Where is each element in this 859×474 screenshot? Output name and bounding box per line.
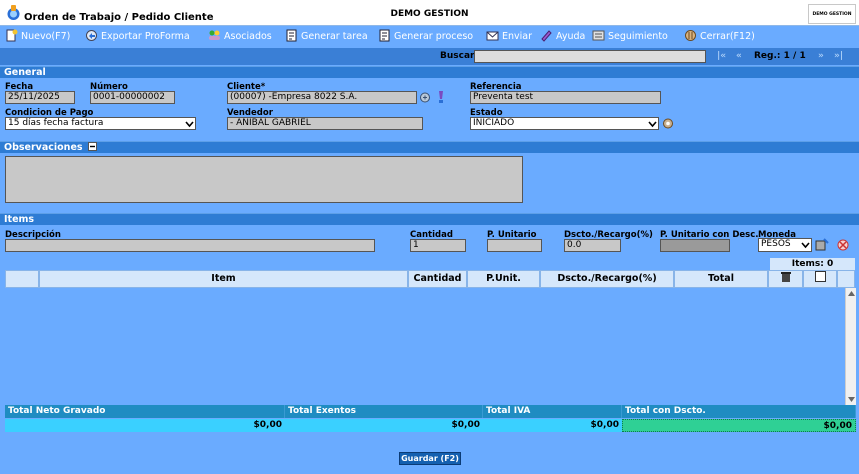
new-doc-icon [6, 29, 18, 42]
grid-header-dscto: Dscto./Recargo(%) [540, 270, 674, 288]
observaciones-textarea[interactable] [5, 156, 523, 203]
numero-field: 0001-00000002 [90, 91, 175, 104]
p-unitario-desc-field [660, 239, 730, 252]
generate-process-button[interactable]: Generar proceso [378, 27, 473, 47]
clear-item-icon[interactable] [836, 238, 850, 252]
export-proforma-button[interactable]: Exportar ProForma [85, 27, 190, 47]
associates-icon [209, 30, 220, 40]
general-section-header: General [0, 66, 859, 78]
grid-header-cantidad: Cantidad [408, 270, 467, 288]
chevron-down-icon [648, 121, 657, 128]
descripcion-field[interactable] [5, 239, 375, 252]
export-icon [86, 30, 97, 41]
nav-last-button[interactable]: »| [834, 51, 843, 61]
client-search-icon[interactable] [419, 91, 431, 104]
exentos-value: $0,00 [285, 419, 483, 432]
exentos-label: Total Exentos [285, 405, 483, 418]
tracking-icon [592, 30, 605, 41]
task-icon [286, 29, 297, 42]
search-label: Buscar [440, 51, 475, 61]
send-button[interactable]: Enviar [486, 27, 532, 47]
close-button[interactable]: Cerrar(F12) [684, 27, 755, 47]
nav-first-button[interactable]: |« [717, 51, 726, 61]
fecha-field[interactable]: 25/11/2025 [5, 91, 75, 104]
scroll-down-icon[interactable] [848, 397, 855, 402]
dscto-field[interactable]: 0.0 [564, 239, 621, 252]
items-count: Items: 0 [770, 258, 855, 270]
scroll-up-icon[interactable] [848, 291, 855, 296]
trash-icon[interactable] [780, 271, 792, 283]
grid-header-spacer [837, 270, 855, 288]
new-button[interactable]: Nuevo(F7) [5, 27, 70, 47]
nav-next-button[interactable]: » [818, 51, 824, 61]
grid-header-punit: P.Unit. [467, 270, 540, 288]
neto-label: Total Neto Gravado [5, 405, 285, 418]
tracking-button[interactable]: Seguimiento [592, 27, 668, 47]
moneda-select[interactable]: PESOS [758, 238, 812, 252]
select-all-checkbox[interactable] [814, 271, 826, 282]
grid-header-delete [768, 270, 803, 288]
nav-prev-button[interactable]: « [736, 51, 742, 61]
grid-scrollbar[interactable] [845, 288, 856, 405]
grid-header-item: Item [39, 270, 408, 288]
estado-select[interactable]: INICIADO [470, 117, 659, 130]
title-bar: Orden de Trabajo / Pedido Cliente DEMO G… [0, 0, 859, 26]
condicion-select[interactable]: 15 días fecha factura [5, 117, 196, 130]
status-settings-icon[interactable] [662, 117, 674, 130]
app-name: DEMO GESTION [390, 9, 469, 19]
save-button[interactable]: Guardar (F2) [399, 452, 461, 465]
iva-value: $0,00 [483, 419, 622, 432]
grid-header-select [5, 270, 39, 288]
vendedor-field: - ANIBAL GABRIEL [227, 117, 423, 130]
record-counter: Reg.: 1 / 1 [754, 51, 806, 61]
con-dscto-value: $0,00 [622, 419, 856, 432]
send-icon [486, 31, 499, 41]
generate-task-button[interactable]: Generar tarea [285, 27, 368, 47]
observaciones-section-header: Observaciones [0, 141, 859, 153]
items-section-header: Items [0, 213, 859, 225]
chevron-down-icon [185, 121, 194, 128]
grid-header-checkall [803, 270, 837, 288]
close-icon [685, 30, 696, 41]
con-dscto-label: Total con Dscto. [622, 405, 856, 418]
associates-button[interactable]: Asociados [208, 27, 272, 47]
iva-label: Total IVA [483, 405, 622, 418]
search-bar: Buscar |« « Reg.: 1 / 1 » »| [0, 48, 859, 65]
client-info-icon[interactable] [436, 90, 446, 104]
neto-value: $0,00 [5, 419, 285, 432]
brand-logo: DEMO GESTION [808, 4, 856, 24]
referencia-field[interactable]: Preventa test [470, 91, 661, 104]
cantidad-field[interactable]: 1 [410, 239, 466, 252]
items-grid-body [5, 288, 845, 405]
add-item-icon[interactable] [815, 238, 829, 252]
process-icon [379, 29, 390, 42]
toolbar: Nuevo(F7) Exportar ProForma Asociados Ge… [0, 27, 859, 47]
help-icon [541, 30, 552, 42]
chevron-down-icon [801, 242, 810, 249]
p-unitario-field[interactable] [487, 239, 542, 252]
grid-header-total: Total [674, 270, 768, 288]
search-input[interactable] [474, 50, 706, 63]
help-button[interactable]: Ayuda [540, 27, 585, 47]
collapse-icon[interactable] [87, 142, 97, 151]
cliente-field[interactable]: (00007) -Empresa 8022 S.A. [227, 91, 417, 104]
